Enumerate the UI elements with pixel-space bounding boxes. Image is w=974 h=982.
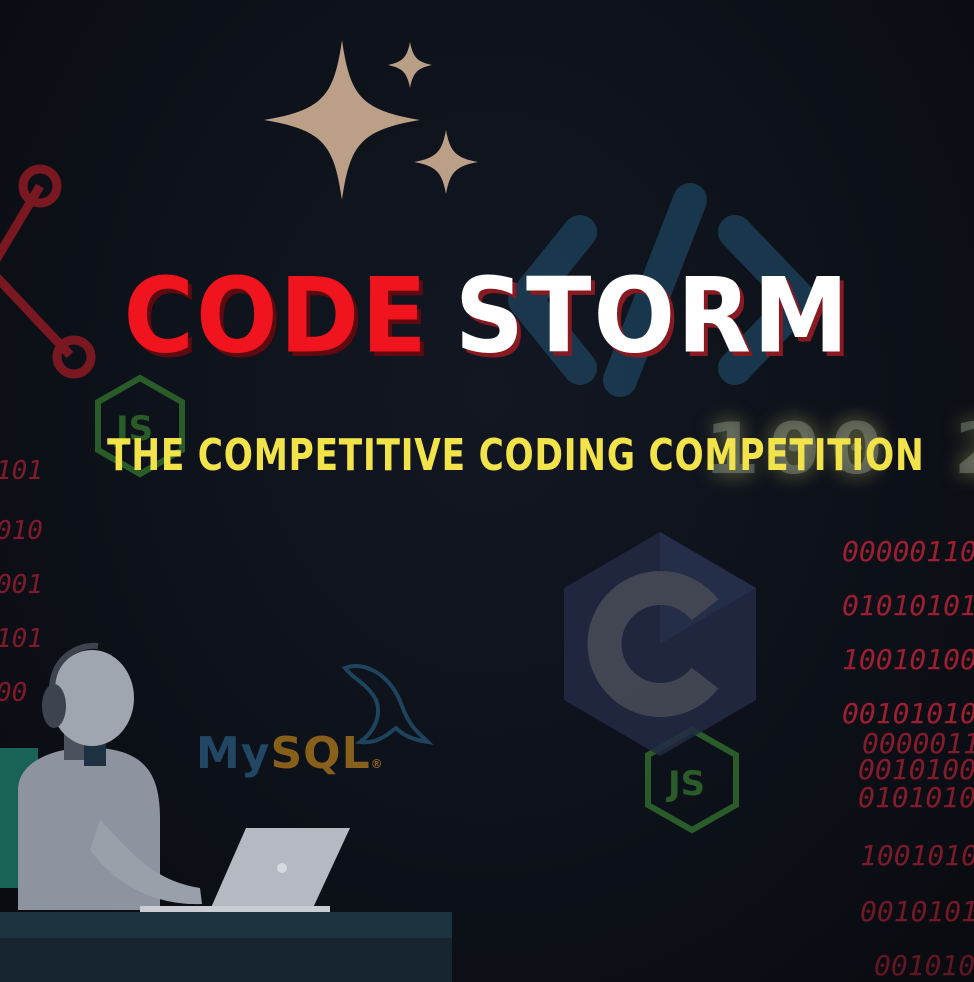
poster: JS JS 101 010 001 101 0 00000110 0101010… (0, 0, 974, 982)
mysql-logo-my: My (196, 728, 271, 779)
binary-text: 00 (0, 678, 28, 708)
binary-text: 101 (0, 624, 43, 654)
mysql-logo-registered: ® (370, 757, 384, 771)
binary-text: 00000110 (842, 535, 974, 568)
event-title: CODE STORM (0, 264, 974, 368)
svg-text:JS: JS (666, 764, 705, 804)
binary-text: 001 (0, 570, 43, 600)
sparkle-icon (264, 40, 478, 200)
binary-text: 1001010 (860, 839, 974, 872)
mysql-logo: MySQL® (196, 728, 384, 779)
binary-text: 0010100 (858, 753, 974, 786)
c-language-icon (564, 532, 756, 756)
binary-text: 01010101 (842, 589, 974, 622)
binary-text: 101 (0, 456, 43, 486)
mysql-logo-sql: SQL (270, 728, 371, 779)
binary-text: 0010101 (874, 949, 974, 982)
event-subtitle: THE COMPETITIVE CODING COMPETITION (107, 430, 925, 481)
binary-text: 0101010 (858, 781, 974, 814)
binary-text: 0010101 (860, 895, 974, 928)
binary-text: 00101010 (842, 697, 974, 730)
binary-text: 10010100 (842, 643, 974, 676)
background-art: JS JS (0, 40, 817, 982)
title-code: CODE (123, 255, 429, 377)
binary-text: 010 (0, 516, 43, 546)
robot-illustration (0, 642, 452, 982)
title-storm: STORM (454, 255, 851, 377)
